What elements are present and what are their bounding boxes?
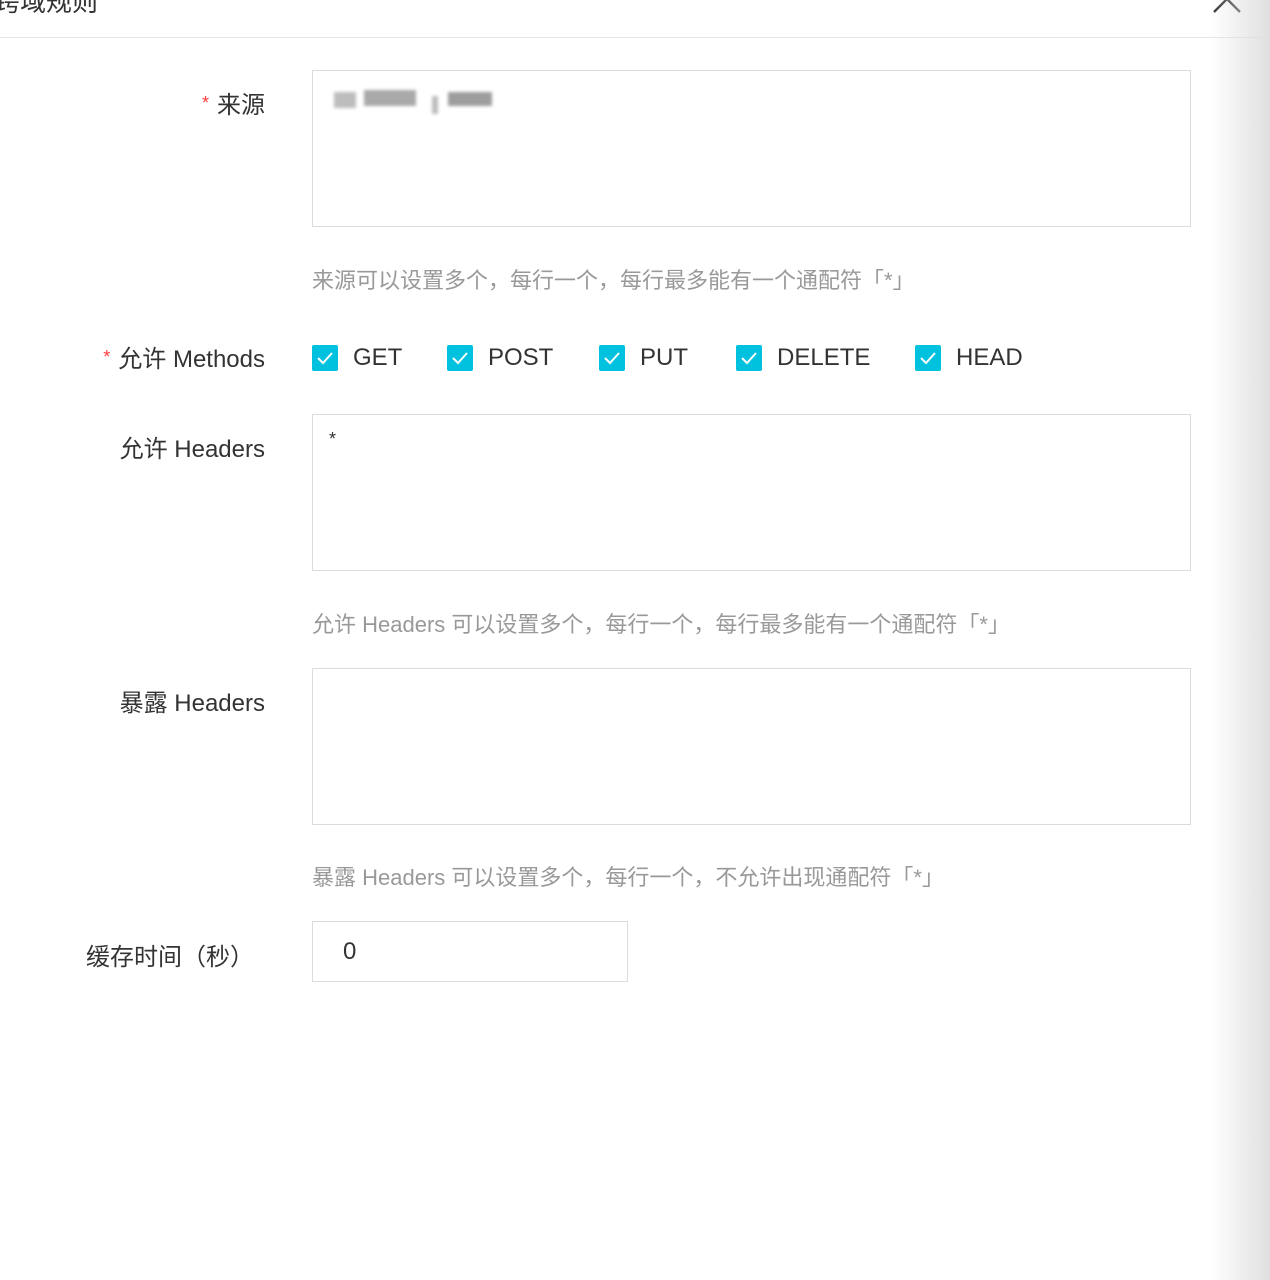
cors-rule-panel: 跨域规则 * 来源 来源可以设置多个，每行一个，每行最多能有一个通配符「*」 * 允… [0,0,1270,1280]
methods-label: * 允许 Methods [103,339,265,374]
checkmark-icon [452,352,468,365]
method-get-checkbox[interactable] [312,345,338,371]
methods-label-text: 允许 Methods [118,346,265,373]
method-put-label: PUT [640,344,688,371]
checkmark-icon [604,352,620,365]
methods-checkbox-group: GET POST PUT DELETE HEAD [312,340,1023,376]
allow-headers-label: 允许 Headers [119,436,265,463]
source-label-text: 来源 [217,92,265,119]
method-head-checkbox[interactable] [915,345,941,371]
method-head[interactable]: HEAD [915,344,1023,372]
method-get[interactable]: GET [312,344,447,372]
method-post-checkbox[interactable] [447,345,473,371]
method-delete[interactable]: DELETE [736,344,915,372]
allow-headers-textarea[interactable]: * [312,414,1191,571]
allow-headers-hint: 允许 Headers 可以设置多个，每行一个，每行最多能有一个通配符「*」 [312,612,1010,637]
method-put-checkbox[interactable] [599,345,625,371]
source-textarea[interactable] [312,70,1191,227]
source-hint: 来源可以设置多个，每行一个，每行最多能有一个通配符「*」 [312,268,915,293]
method-put[interactable]: PUT [599,344,736,372]
method-post[interactable]: POST [447,344,599,372]
source-label: * 来源 [202,85,265,120]
required-mark: * [103,347,111,367]
method-head-label: HEAD [956,344,1023,371]
expose-headers-hint: 暴露 Headers 可以设置多个，每行一个，不允许出现通配符「*」 [312,865,944,890]
method-get-label: GET [353,344,403,371]
checkmark-icon [920,352,936,365]
required-mark: * [201,93,209,113]
cache-label: 缓存时间（秒） [86,944,254,971]
method-delete-checkbox[interactable] [736,345,762,371]
cache-seconds-input[interactable] [312,921,628,982]
expose-headers-label: 暴露 Headers [119,690,265,717]
method-post-label: POST [488,344,554,371]
panel-edge-shadow [1210,0,1270,1280]
expose-headers-textarea[interactable] [312,668,1191,825]
checkmark-icon [317,352,333,365]
panel-title: 跨域规则 [0,0,99,17]
panel-header: 跨域规则 [0,0,1270,38]
method-delete-label: DELETE [777,344,871,371]
checkmark-icon [741,352,757,365]
